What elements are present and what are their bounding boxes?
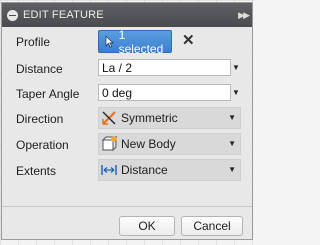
chevron-down-icon: ▼ bbox=[228, 139, 236, 148]
operation-row: Operation New Body ▼ bbox=[2, 133, 252, 157]
close-x-icon[interactable]: ✕ bbox=[182, 32, 195, 50]
taper-angle-input[interactable] bbox=[98, 84, 231, 101]
dialog-footer: OK Cancel bbox=[2, 206, 252, 240]
profile-selection-label: 1 selected bbox=[118, 27, 164, 56]
dialog-title: EDIT FEATURE bbox=[23, 9, 104, 21]
direction-label: Direction bbox=[16, 112, 64, 126]
distance-row: Distance ▼ bbox=[2, 57, 252, 81]
new-body-icon bbox=[101, 136, 117, 152]
edit-feature-dialog: EDIT FEATURE ▶▶ Profile 1 selected ✕ Dis… bbox=[1, 2, 253, 240]
distance-dropdown-arrow-icon[interactable]: ▼ bbox=[231, 59, 241, 76]
direction-value: Symmetric bbox=[121, 111, 178, 125]
profile-selection-button[interactable]: 1 selected bbox=[98, 27, 172, 56]
double-chevron-right-icon[interactable]: ▶▶ bbox=[238, 10, 250, 21]
distance-input[interactable] bbox=[98, 59, 231, 76]
ok-button[interactable]: OK bbox=[119, 216, 175, 236]
direction-row: Direction Symmetric ▼ bbox=[2, 107, 252, 131]
extents-select[interactable]: Distance ▼ bbox=[98, 159, 241, 181]
operation-value: New Body bbox=[121, 137, 176, 151]
extents-value: Distance bbox=[121, 163, 168, 177]
dialog-header: EDIT FEATURE ▶▶ bbox=[2, 3, 252, 27]
taper-angle-dropdown-arrow-icon[interactable]: ▼ bbox=[231, 84, 241, 101]
taper-angle-label: Taper Angle bbox=[16, 87, 80, 101]
cancel-button[interactable]: Cancel bbox=[181, 216, 243, 236]
profile-label: Profile bbox=[16, 35, 51, 49]
distance-arrows-icon bbox=[101, 165, 117, 175]
distance-label: Distance bbox=[16, 62, 63, 76]
operation-select[interactable]: New Body ▼ bbox=[98, 133, 241, 155]
symmetric-direction-icon bbox=[102, 111, 116, 125]
operation-label: Operation bbox=[16, 138, 69, 152]
extents-row: Extents Distance ▼ bbox=[2, 159, 252, 183]
profile-row: Profile 1 selected ✕ bbox=[2, 27, 252, 56]
cursor-arrow-icon bbox=[105, 35, 115, 48]
chevron-down-icon: ▼ bbox=[228, 113, 236, 122]
direction-select[interactable]: Symmetric ▼ bbox=[98, 107, 241, 129]
minus-circle-icon[interactable] bbox=[7, 9, 18, 21]
taper-angle-row: Taper Angle ▼ bbox=[2, 82, 252, 106]
chevron-down-icon: ▼ bbox=[228, 165, 236, 174]
extents-label: Extents bbox=[16, 164, 57, 178]
